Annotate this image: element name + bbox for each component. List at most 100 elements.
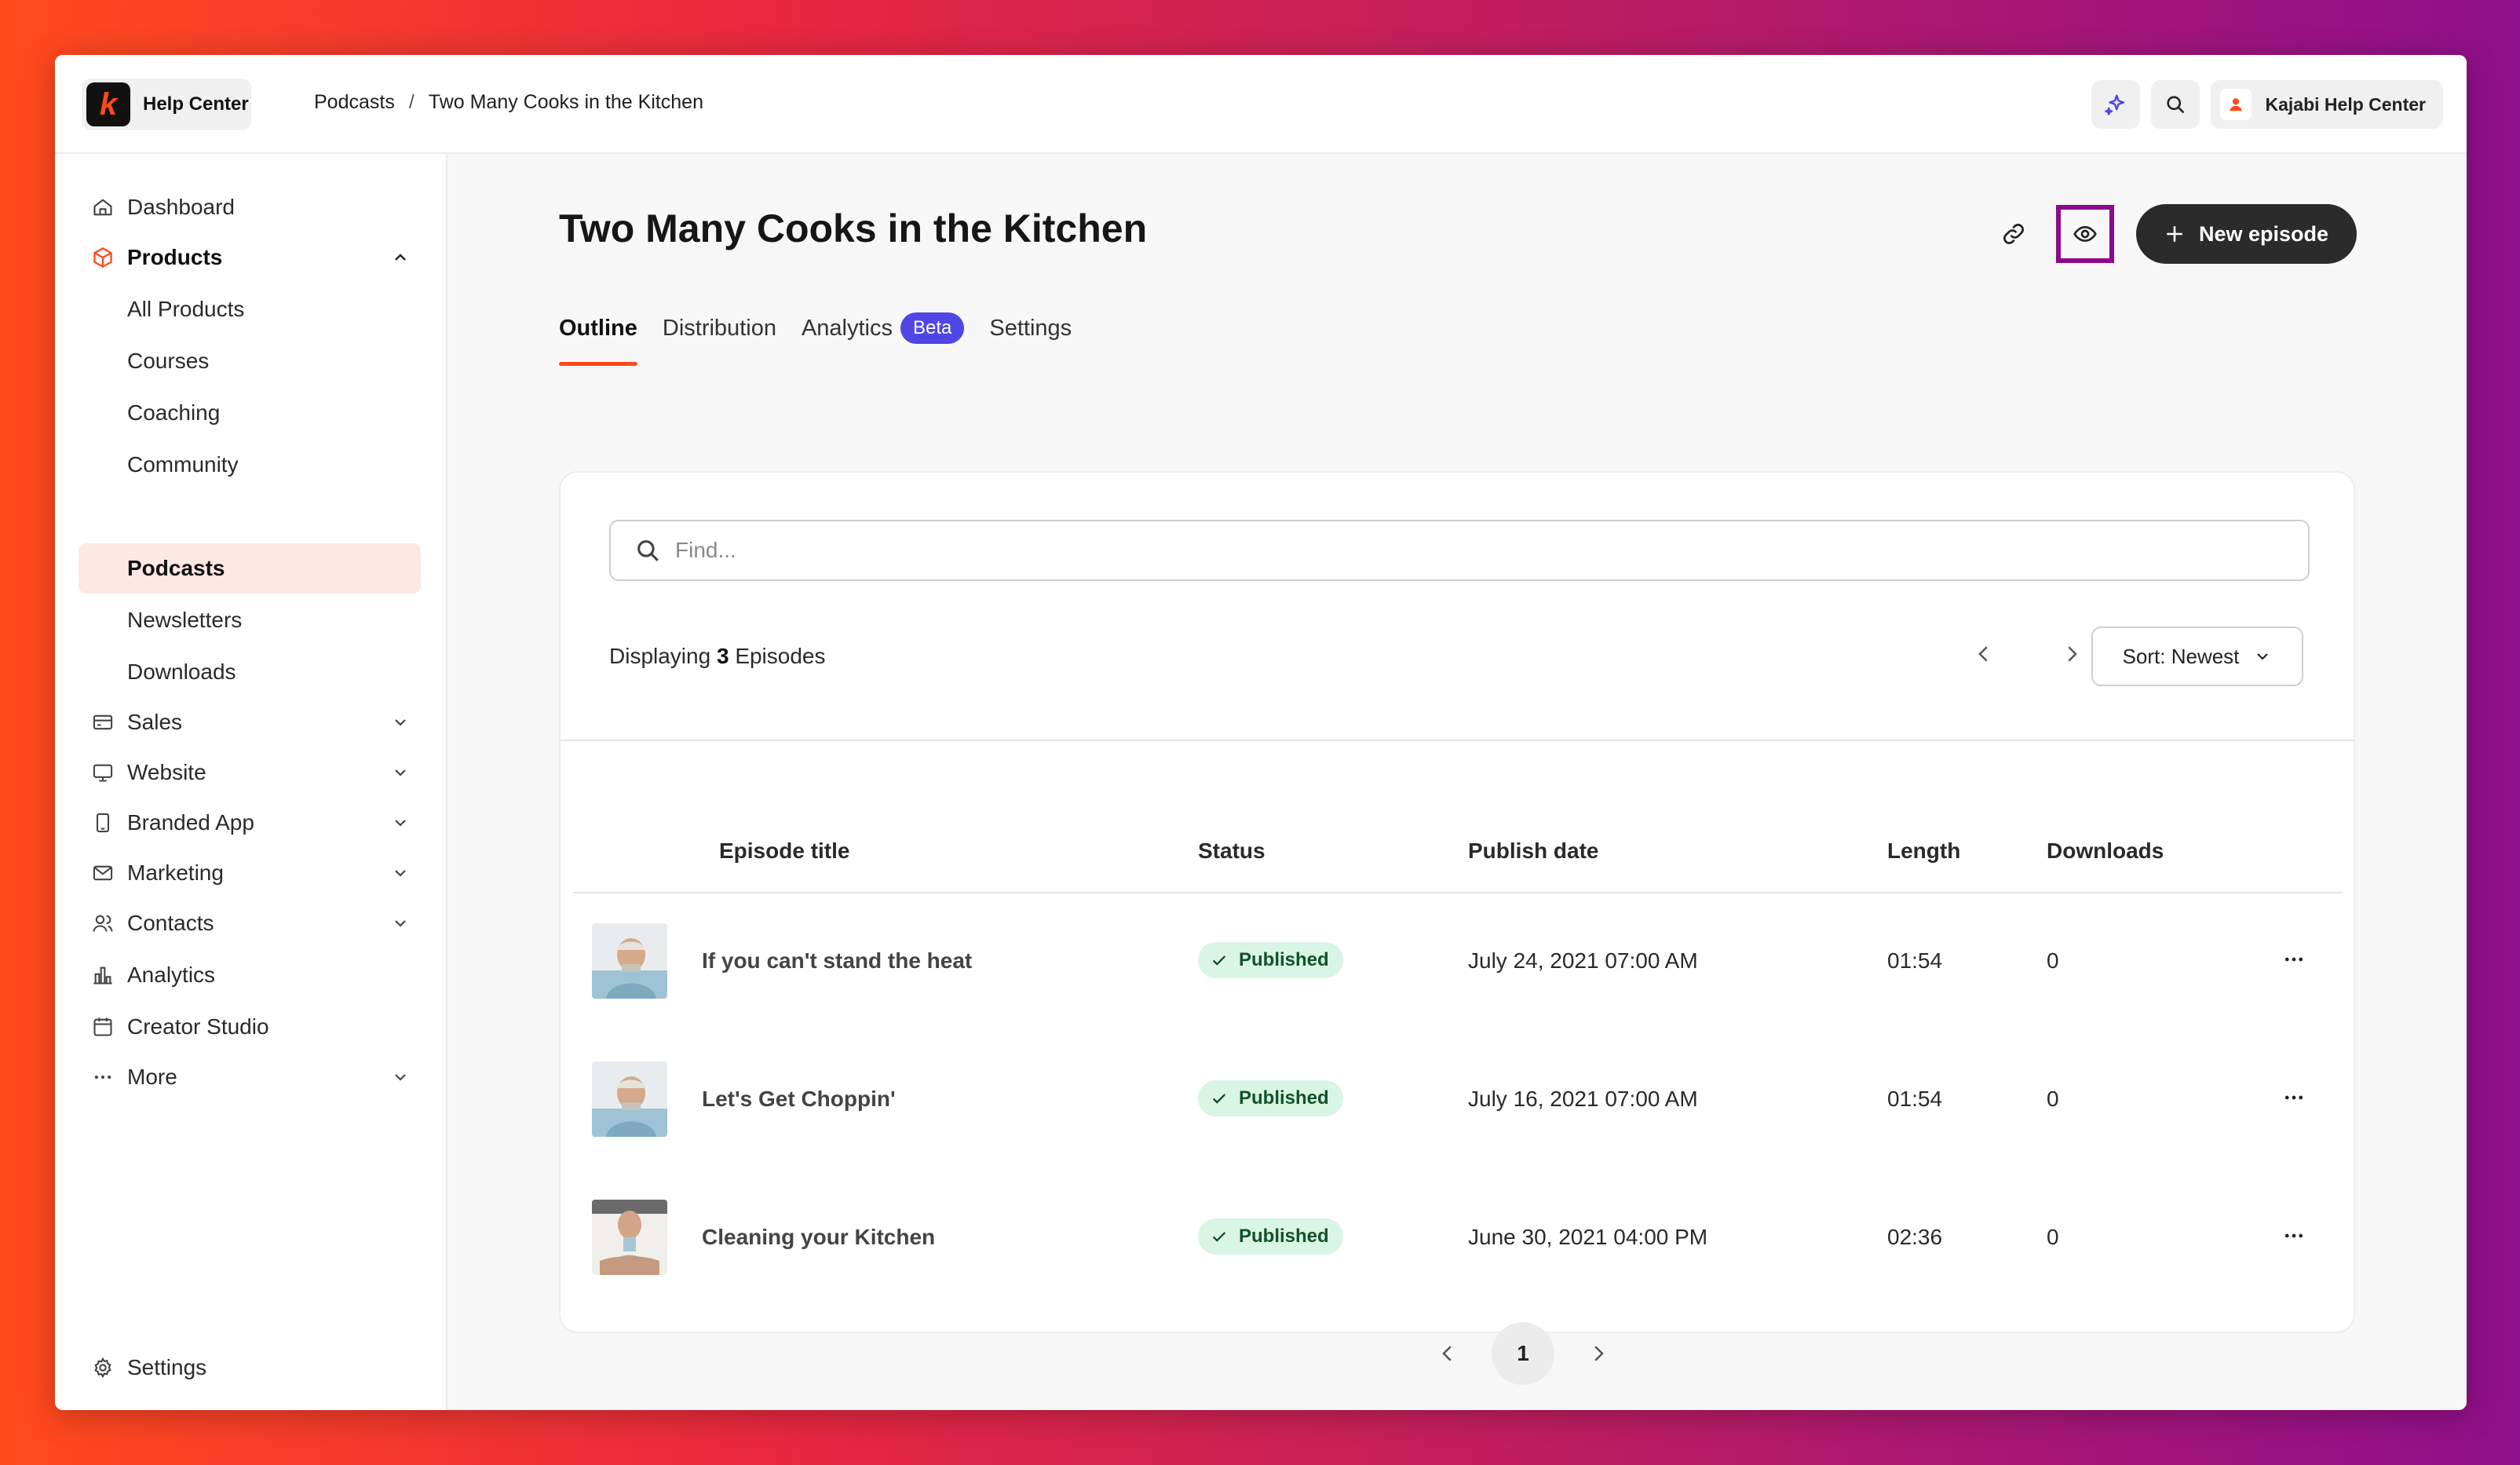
sidebar-item-community[interactable]: Community — [79, 440, 421, 490]
status-badge: Published — [1198, 942, 1343, 978]
chevron-right-icon — [1594, 1346, 1604, 1361]
episode-thumbnail — [592, 1200, 667, 1275]
title-actions: New episode — [1993, 204, 2357, 264]
brand-switcher[interactable]: k Help Center — [82, 79, 251, 130]
sidebar-item-courses[interactable]: Courses — [79, 336, 421, 386]
sidebar-item-website[interactable]: Website — [79, 747, 421, 798]
gear-icon — [89, 1354, 116, 1381]
row-actions-button[interactable] — [2277, 942, 2311, 977]
copy-link-button[interactable] — [1993, 214, 2034, 254]
episode-title[interactable]: If you can't stand the heat — [702, 948, 972, 974]
sidebar-item-label: Contacts — [127, 911, 214, 935]
phone-icon — [89, 809, 116, 836]
status-label: Published — [1239, 1087, 1329, 1109]
sidebar-item-creator-studio[interactable]: Creator Studio — [79, 1002, 421, 1052]
sidebar-item-coaching[interactable]: Coaching — [79, 388, 421, 438]
episode-title[interactable]: Cleaning your Kitchen — [702, 1225, 935, 1250]
more-horizontal-icon — [2284, 1233, 2303, 1238]
breadcrumb-current: Two Many Cooks in the Kitchen — [428, 91, 703, 113]
sidebar-item-newsletters[interactable]: Newsletters — [79, 595, 421, 645]
table-row[interactable]: Let's Get Choppin' Published July 16, 20… — [573, 1032, 2343, 1170]
episode-length: 01:54 — [1887, 948, 1943, 973]
sidebar-item-podcasts[interactable]: Podcasts — [79, 543, 421, 594]
sidebar-item-label: More — [127, 1065, 177, 1089]
search-box — [609, 520, 2310, 581]
page-number-button[interactable]: 1 — [1492, 1322, 1554, 1385]
publish-date: July 24, 2021 07:00 AM — [1468, 948, 1698, 973]
bottom-next-button[interactable] — [1581, 1336, 1616, 1371]
row-actions-button[interactable] — [2277, 1080, 2311, 1115]
global-search-button[interactable] — [2150, 80, 2200, 129]
column-publish-date: Publish date — [1468, 838, 1599, 863]
next-page-button[interactable] — [2054, 636, 2090, 672]
sort-dropdown[interactable]: Sort: Newest — [2091, 627, 2303, 686]
sidebar-item-settings[interactable]: Settings — [79, 1343, 421, 1393]
top-bar: k Help Center Podcasts / Two Many Cooks … — [55, 55, 2467, 154]
tab-settings[interactable]: Settings — [989, 300, 1072, 356]
page-title: Two Many Cooks in the Kitchen — [559, 206, 1148, 250]
bottom-prev-button[interactable] — [1430, 1336, 1465, 1371]
sidebar-item-label: Newsletters — [127, 608, 243, 632]
new-episode-button[interactable]: New episode — [2135, 204, 2357, 264]
sparkle-icon — [2104, 94, 2124, 115]
chevron-down-icon — [395, 769, 406, 776]
beta-badge: Beta — [900, 312, 965, 344]
search-icon — [637, 540, 659, 561]
episode-thumbnail — [592, 1061, 667, 1137]
sidebar-item-dashboard[interactable]: Dashboard — [79, 182, 421, 232]
status-badge: Published — [1198, 1080, 1343, 1116]
table-row[interactable]: Cleaning your Kitchen Published June 30,… — [573, 1170, 2343, 1308]
sidebar-item-label: Branded App — [127, 810, 254, 835]
sidebar-item-products[interactable]: Products — [79, 232, 421, 283]
tab-analytics[interactable]: Analytics Beta — [802, 300, 965, 356]
table-row[interactable]: If you can't stand the heat Published Ju… — [573, 893, 2343, 1032]
tab-outline[interactable]: Outline — [559, 300, 637, 366]
sidebar-item-contacts[interactable]: Contacts — [79, 898, 421, 948]
tab-label: Distribution — [662, 315, 776, 341]
preview-button[interactable] — [2055, 205, 2114, 263]
sidebar-item-label: Dashboard — [127, 195, 235, 219]
breadcrumb-separator: / — [408, 91, 415, 113]
ai-assistant-button[interactable] — [2091, 80, 2140, 129]
chevron-left-icon — [1978, 646, 1988, 662]
breadcrumb-parent[interactable]: Podcasts — [314, 91, 395, 114]
sidebar-item-sales[interactable]: Sales — [79, 697, 421, 747]
chevron-down-icon — [395, 1074, 406, 1081]
sidebar-item-marketing[interactable]: Marketing — [79, 848, 421, 898]
account-menu-button[interactable]: Kajabi Help Center — [2210, 80, 2443, 129]
chevron-left-icon — [1442, 1346, 1452, 1361]
sidebar-item-branded-app[interactable]: Branded App — [79, 798, 421, 848]
status-label: Published — [1239, 949, 1329, 970]
check-icon — [1212, 1094, 1226, 1104]
episode-length: 02:36 — [1887, 1225, 1943, 1249]
breadcrumb: Podcasts / Two Many Cooks in the Kitchen — [314, 91, 703, 114]
sidebar-item-label: Community — [127, 452, 239, 477]
chevron-down-icon — [395, 719, 406, 726]
sidebar-item-label: Analytics — [127, 963, 216, 987]
episode-title[interactable]: Let's Get Choppin' — [702, 1087, 896, 1112]
brand-name: Help Center — [143, 93, 249, 115]
eye-icon — [2073, 225, 2097, 243]
sidebar-item-analytics[interactable]: Analytics — [79, 950, 421, 1000]
download-count: 0 — [2047, 1225, 2059, 1249]
sidebar-item-downloads[interactable]: Downloads — [79, 647, 421, 697]
box-icon — [89, 244, 116, 271]
row-actions-button[interactable] — [2277, 1218, 2311, 1253]
column-episode-title: Episode title — [719, 838, 850, 863]
bar-chart-icon — [89, 962, 116, 988]
search-input[interactable] — [675, 538, 2167, 563]
more-horizontal-icon — [2284, 1095, 2303, 1100]
sidebar-item-all-products[interactable]: All Products — [79, 284, 421, 334]
sidebar: Dashboard Products All Products Courses … — [55, 154, 447, 1410]
prev-page-button[interactable] — [1966, 636, 2002, 672]
episode-count: 3 — [716, 644, 729, 668]
chevron-right-icon — [2068, 646, 2077, 662]
sidebar-item-label: All Products — [127, 297, 245, 321]
episode-thumbnail — [592, 923, 667, 999]
user-avatar — [2219, 89, 2252, 120]
tab-distribution[interactable]: Distribution — [663, 300, 776, 356]
status-label: Published — [1239, 1226, 1329, 1247]
home-icon — [89, 194, 116, 221]
displaying-prefix: Displaying — [609, 644, 711, 668]
sidebar-item-more[interactable]: More — [79, 1052, 421, 1102]
